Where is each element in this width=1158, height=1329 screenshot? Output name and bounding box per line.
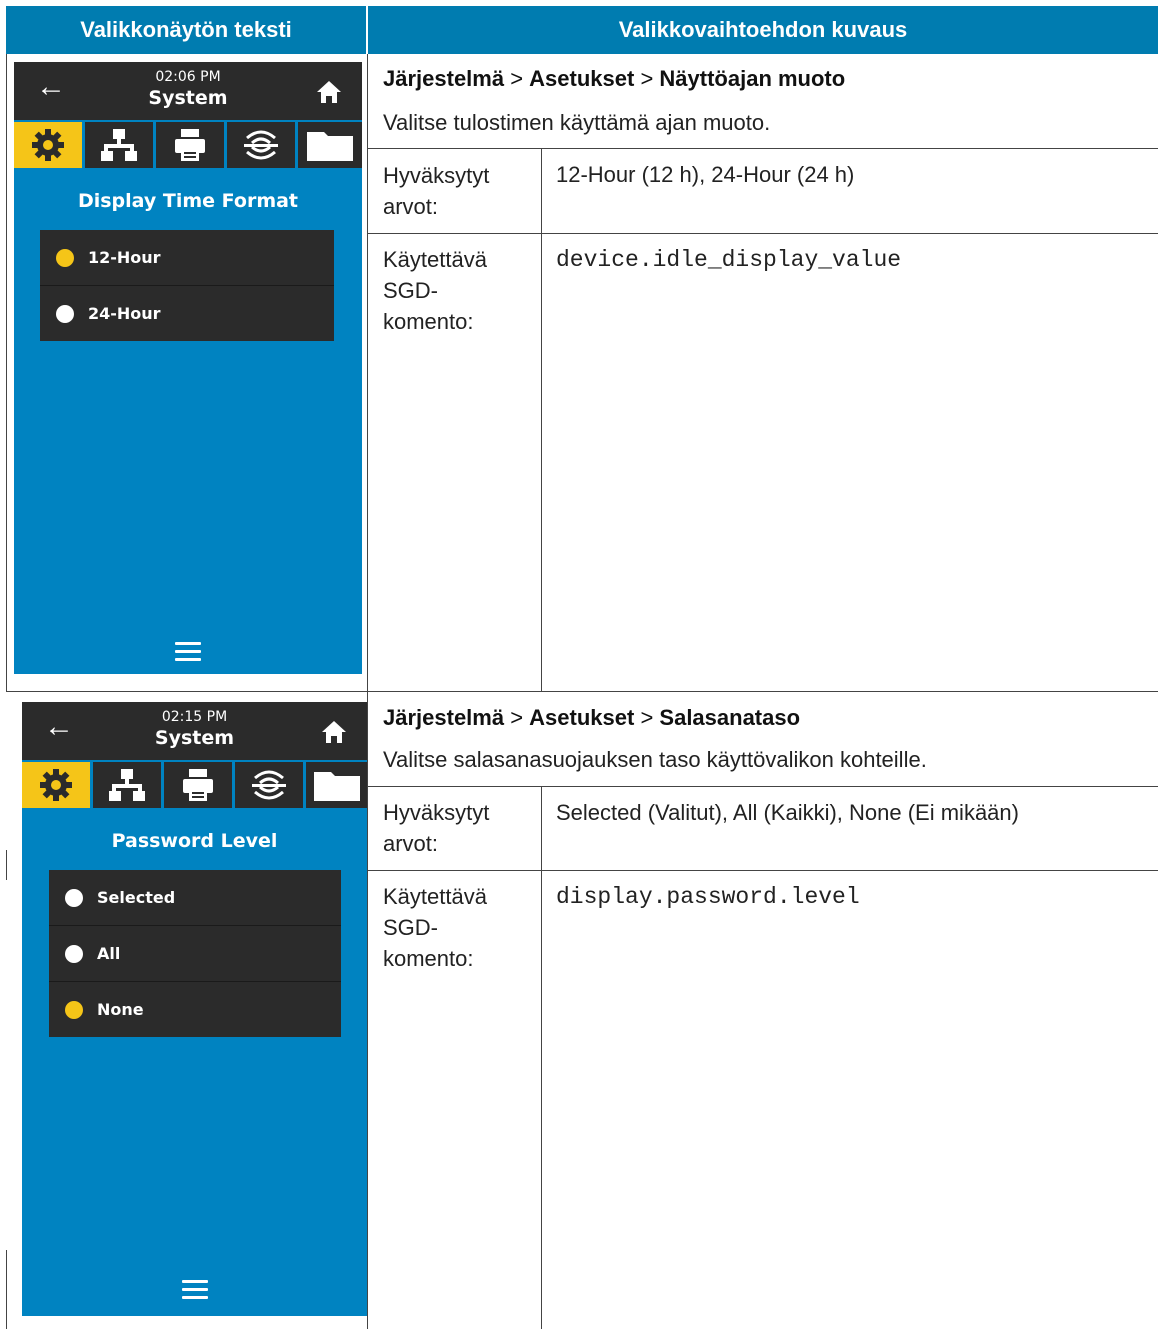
tab-storage[interactable] — [298, 122, 362, 168]
accepted-values-1: 12-Hour (12 h), 24-Hour (24 h) — [556, 162, 855, 187]
radio-selected-icon — [65, 1000, 83, 1019]
radio-unselected-icon — [65, 888, 83, 907]
printer-icon — [183, 769, 213, 801]
home-icon[interactable] — [321, 720, 347, 744]
screen-heading: Display Time Format — [77, 190, 299, 212]
header-left: Valikkonäytön teksti — [6, 6, 366, 54]
border-left-frag1 — [6, 850, 7, 880]
menu-icon[interactable] — [181, 1280, 208, 1304]
option-none[interactable]: None — [49, 982, 341, 1037]
accepted-values-2: Selected (Valitut), All (Kaikki), None (… — [556, 800, 1019, 825]
radio-unselected-icon — [65, 944, 83, 963]
border-inner-row1 — [541, 148, 542, 692]
screen-title: System — [148, 87, 228, 109]
border-left-frag2 — [6, 1250, 7, 1329]
screen-topbar: ← 02:06 PM System — [14, 62, 362, 120]
accepted-values-label-1: Hyväksytyt arvot: — [383, 163, 490, 219]
description-1: Valitse tulostimen käyttämä ajan muoto. — [383, 110, 771, 135]
home-icon[interactable] — [316, 80, 342, 104]
option-label: 24-Hour — [88, 304, 161, 323]
option-list: Selected All None — [49, 870, 341, 1037]
option-label: All — [97, 944, 121, 963]
option-12-hour[interactable]: 12-Hour — [40, 230, 334, 286]
printer-icon — [175, 129, 205, 161]
border-row2-a — [368, 786, 1158, 787]
sgd-command-2: display.password.level — [556, 884, 860, 910]
tab-settings[interactable] — [14, 122, 82, 168]
connectivity-icon — [252, 770, 286, 800]
border-inner-row2 — [541, 786, 542, 1329]
menu-icon[interactable] — [175, 642, 201, 666]
tab-connectivity[interactable] — [227, 122, 295, 168]
radio-selected-icon — [56, 248, 74, 267]
border-row2-b — [368, 870, 1158, 871]
border-row-separator — [6, 691, 1158, 692]
sgd-label-2: Käytettävä SGD-komento: — [383, 884, 487, 971]
screen-tabs — [14, 120, 362, 170]
menu-path-1: Järjestelmä > Asetukset > Näyttöajan muo… — [383, 66, 846, 91]
screen-time: 02:06 PM — [155, 69, 221, 85]
sgd-command-1: device.idle_display_value — [556, 247, 902, 273]
printer-screen-2: ← 02:15 PM System Password Level Selecte… — [22, 702, 367, 1316]
radio-unselected-icon — [56, 304, 74, 323]
option-label: None — [97, 1000, 144, 1019]
gear-icon — [32, 129, 64, 161]
tab-network[interactable] — [93, 762, 161, 808]
screen-tabs — [22, 760, 367, 810]
printer-screen-1: ← 02:06 PM System Display Time Format 12… — [14, 62, 362, 674]
option-all[interactable]: All — [49, 926, 341, 982]
border-row1-a — [368, 148, 1158, 149]
network-icon — [109, 769, 145, 801]
screen-title: System — [154, 727, 235, 749]
screen-topbar: ← 02:15 PM System — [22, 702, 367, 760]
folder-icon — [307, 132, 353, 161]
option-label: 12-Hour — [88, 248, 161, 267]
tab-network[interactable] — [85, 122, 153, 168]
border-row1-b — [368, 233, 1158, 234]
accepted-values-label-2: Hyväksytyt arvot: — [383, 800, 490, 856]
tab-settings[interactable] — [22, 762, 90, 808]
menu-path-2: Järjestelmä > Asetukset > Salasanataso — [383, 705, 801, 730]
tab-connectivity[interactable] — [235, 762, 303, 808]
network-icon — [101, 129, 137, 161]
tab-print[interactable] — [164, 762, 232, 808]
screen-time: 02:15 PM — [161, 709, 228, 725]
screen-heading: Password Level — [111, 830, 278, 852]
folder-icon — [313, 772, 360, 801]
gear-icon — [40, 769, 72, 801]
border-left-row1 — [6, 54, 7, 692]
description-2: Valitse salasanasuojauksen taso käyttöva… — [383, 747, 927, 772]
tab-storage[interactable] — [306, 762, 367, 808]
option-list: 12-Hour 24-Hour — [40, 230, 334, 341]
sgd-label-1: Käytettävä SGD-komento: — [383, 247, 487, 334]
option-label: Selected — [97, 888, 176, 907]
option-24-hour[interactable]: 24-Hour — [40, 286, 334, 341]
connectivity-icon — [244, 130, 278, 160]
tab-print[interactable] — [156, 122, 224, 168]
option-selected[interactable]: Selected — [49, 870, 341, 926]
header-right: Valikkovaihtoehdon kuvaus — [368, 6, 1158, 54]
